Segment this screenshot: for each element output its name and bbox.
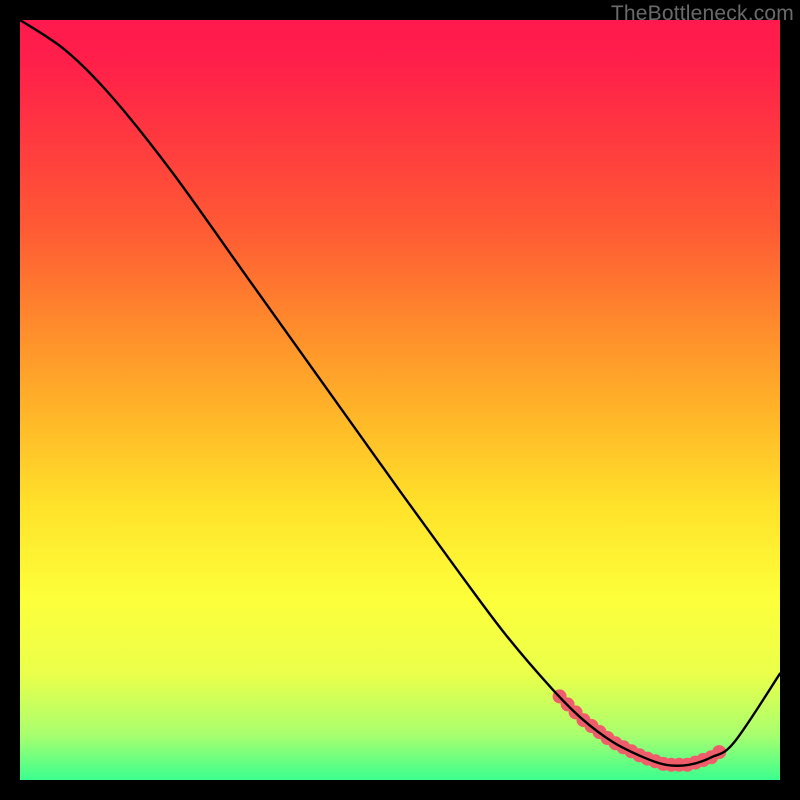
highlight-dots [553, 689, 727, 771]
chart-svg [20, 20, 780, 780]
curve-path [20, 20, 780, 766]
chart-frame: TheBottleneck.com [0, 0, 800, 800]
chart-plot-area [20, 20, 780, 780]
